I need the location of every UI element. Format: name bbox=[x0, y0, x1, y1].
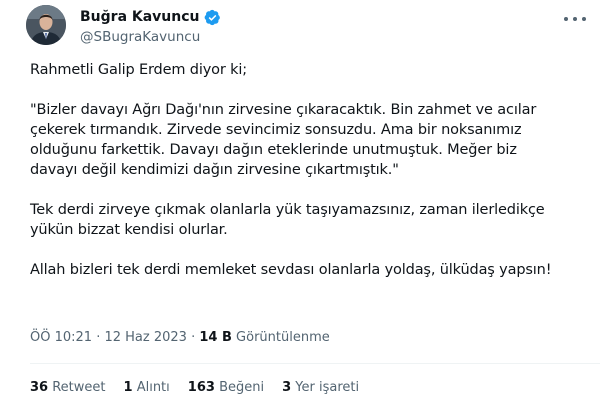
tweet-meta: ÖÖ 10:21 · 12 Haz 2023 · 14 B Görüntülen… bbox=[30, 330, 330, 345]
avatar-image bbox=[26, 5, 66, 45]
retweets-stat[interactable]: 36 Retweet bbox=[30, 380, 106, 395]
tweet-text: Rahmetli Galip Erdem diyor ki; "Bizler d… bbox=[30, 60, 585, 280]
tweet-header: Buğra Kavuncu @SBugraKavuncu bbox=[26, 5, 586, 55]
likes-label: Beğeni bbox=[219, 380, 265, 395]
tweet-card: Buğra Kavuncu @SBugraKavuncu Rahmetli Ga… bbox=[0, 0, 600, 411]
likes-count: 163 bbox=[187, 380, 215, 395]
more-options-icon[interactable] bbox=[564, 11, 586, 27]
retweets-count: 36 bbox=[30, 380, 49, 395]
user-names: Buğra Kavuncu @SBugraKavuncu bbox=[80, 8, 221, 45]
tweet-line: davayı değil kendimizi dağın zirvesine ç… bbox=[30, 162, 399, 178]
likes-stat[interactable]: 163 Beğeni bbox=[188, 380, 264, 395]
display-name-row: Buğra Kavuncu bbox=[80, 8, 221, 26]
tweet-line: olduğunu farkettik. Davayı dağın etekler… bbox=[30, 142, 517, 158]
tweet-time[interactable]: ÖÖ 10:21 bbox=[30, 330, 92, 345]
tweet-line: çekerek tırmandık. Zirvede sevincimiz so… bbox=[30, 122, 522, 138]
divider bbox=[30, 363, 600, 364]
quotes-count: 1 bbox=[123, 380, 133, 395]
bookmarks-stat[interactable]: 3 Yer işareti bbox=[282, 380, 359, 395]
retweets-label: Retweet bbox=[52, 380, 106, 395]
meta-separator: · bbox=[191, 330, 196, 345]
views-count: 14 B bbox=[199, 330, 232, 345]
quotes-label: Alıntı bbox=[136, 380, 170, 395]
tweet-line: "Bizler davayı Ağrı Dağı'nın zirvesine ç… bbox=[30, 102, 537, 118]
tweet-line: Rahmetli Galip Erdem diyor ki; bbox=[30, 62, 248, 78]
meta-separator: · bbox=[96, 330, 101, 345]
tweet-date[interactable]: 12 Haz 2023 bbox=[104, 330, 186, 345]
views-label: Görüntülenme bbox=[236, 330, 330, 345]
avatar[interactable] bbox=[26, 5, 66, 45]
quotes-stat[interactable]: 1 Alıntı bbox=[124, 380, 170, 395]
bookmarks-count: 3 bbox=[282, 380, 292, 395]
tweet-line: yükün bizzat kendisi olurlar. bbox=[30, 222, 228, 238]
display-name[interactable]: Buğra Kavuncu bbox=[80, 9, 200, 25]
engagement-stats: 36 Retweet 1 Alıntı 163 Beğeni 3 Yer işa… bbox=[30, 380, 359, 395]
tweet-line: Tek derdi zirveye çıkmak olanlarla yük t… bbox=[30, 202, 545, 218]
bookmarks-label: Yer işareti bbox=[295, 380, 360, 395]
user-handle[interactable]: @SBugraKavuncu bbox=[80, 29, 221, 45]
verified-badge-icon[interactable] bbox=[204, 9, 221, 26]
tweet-line: Allah bizleri tek derdi memleket sevdası… bbox=[30, 262, 552, 278]
